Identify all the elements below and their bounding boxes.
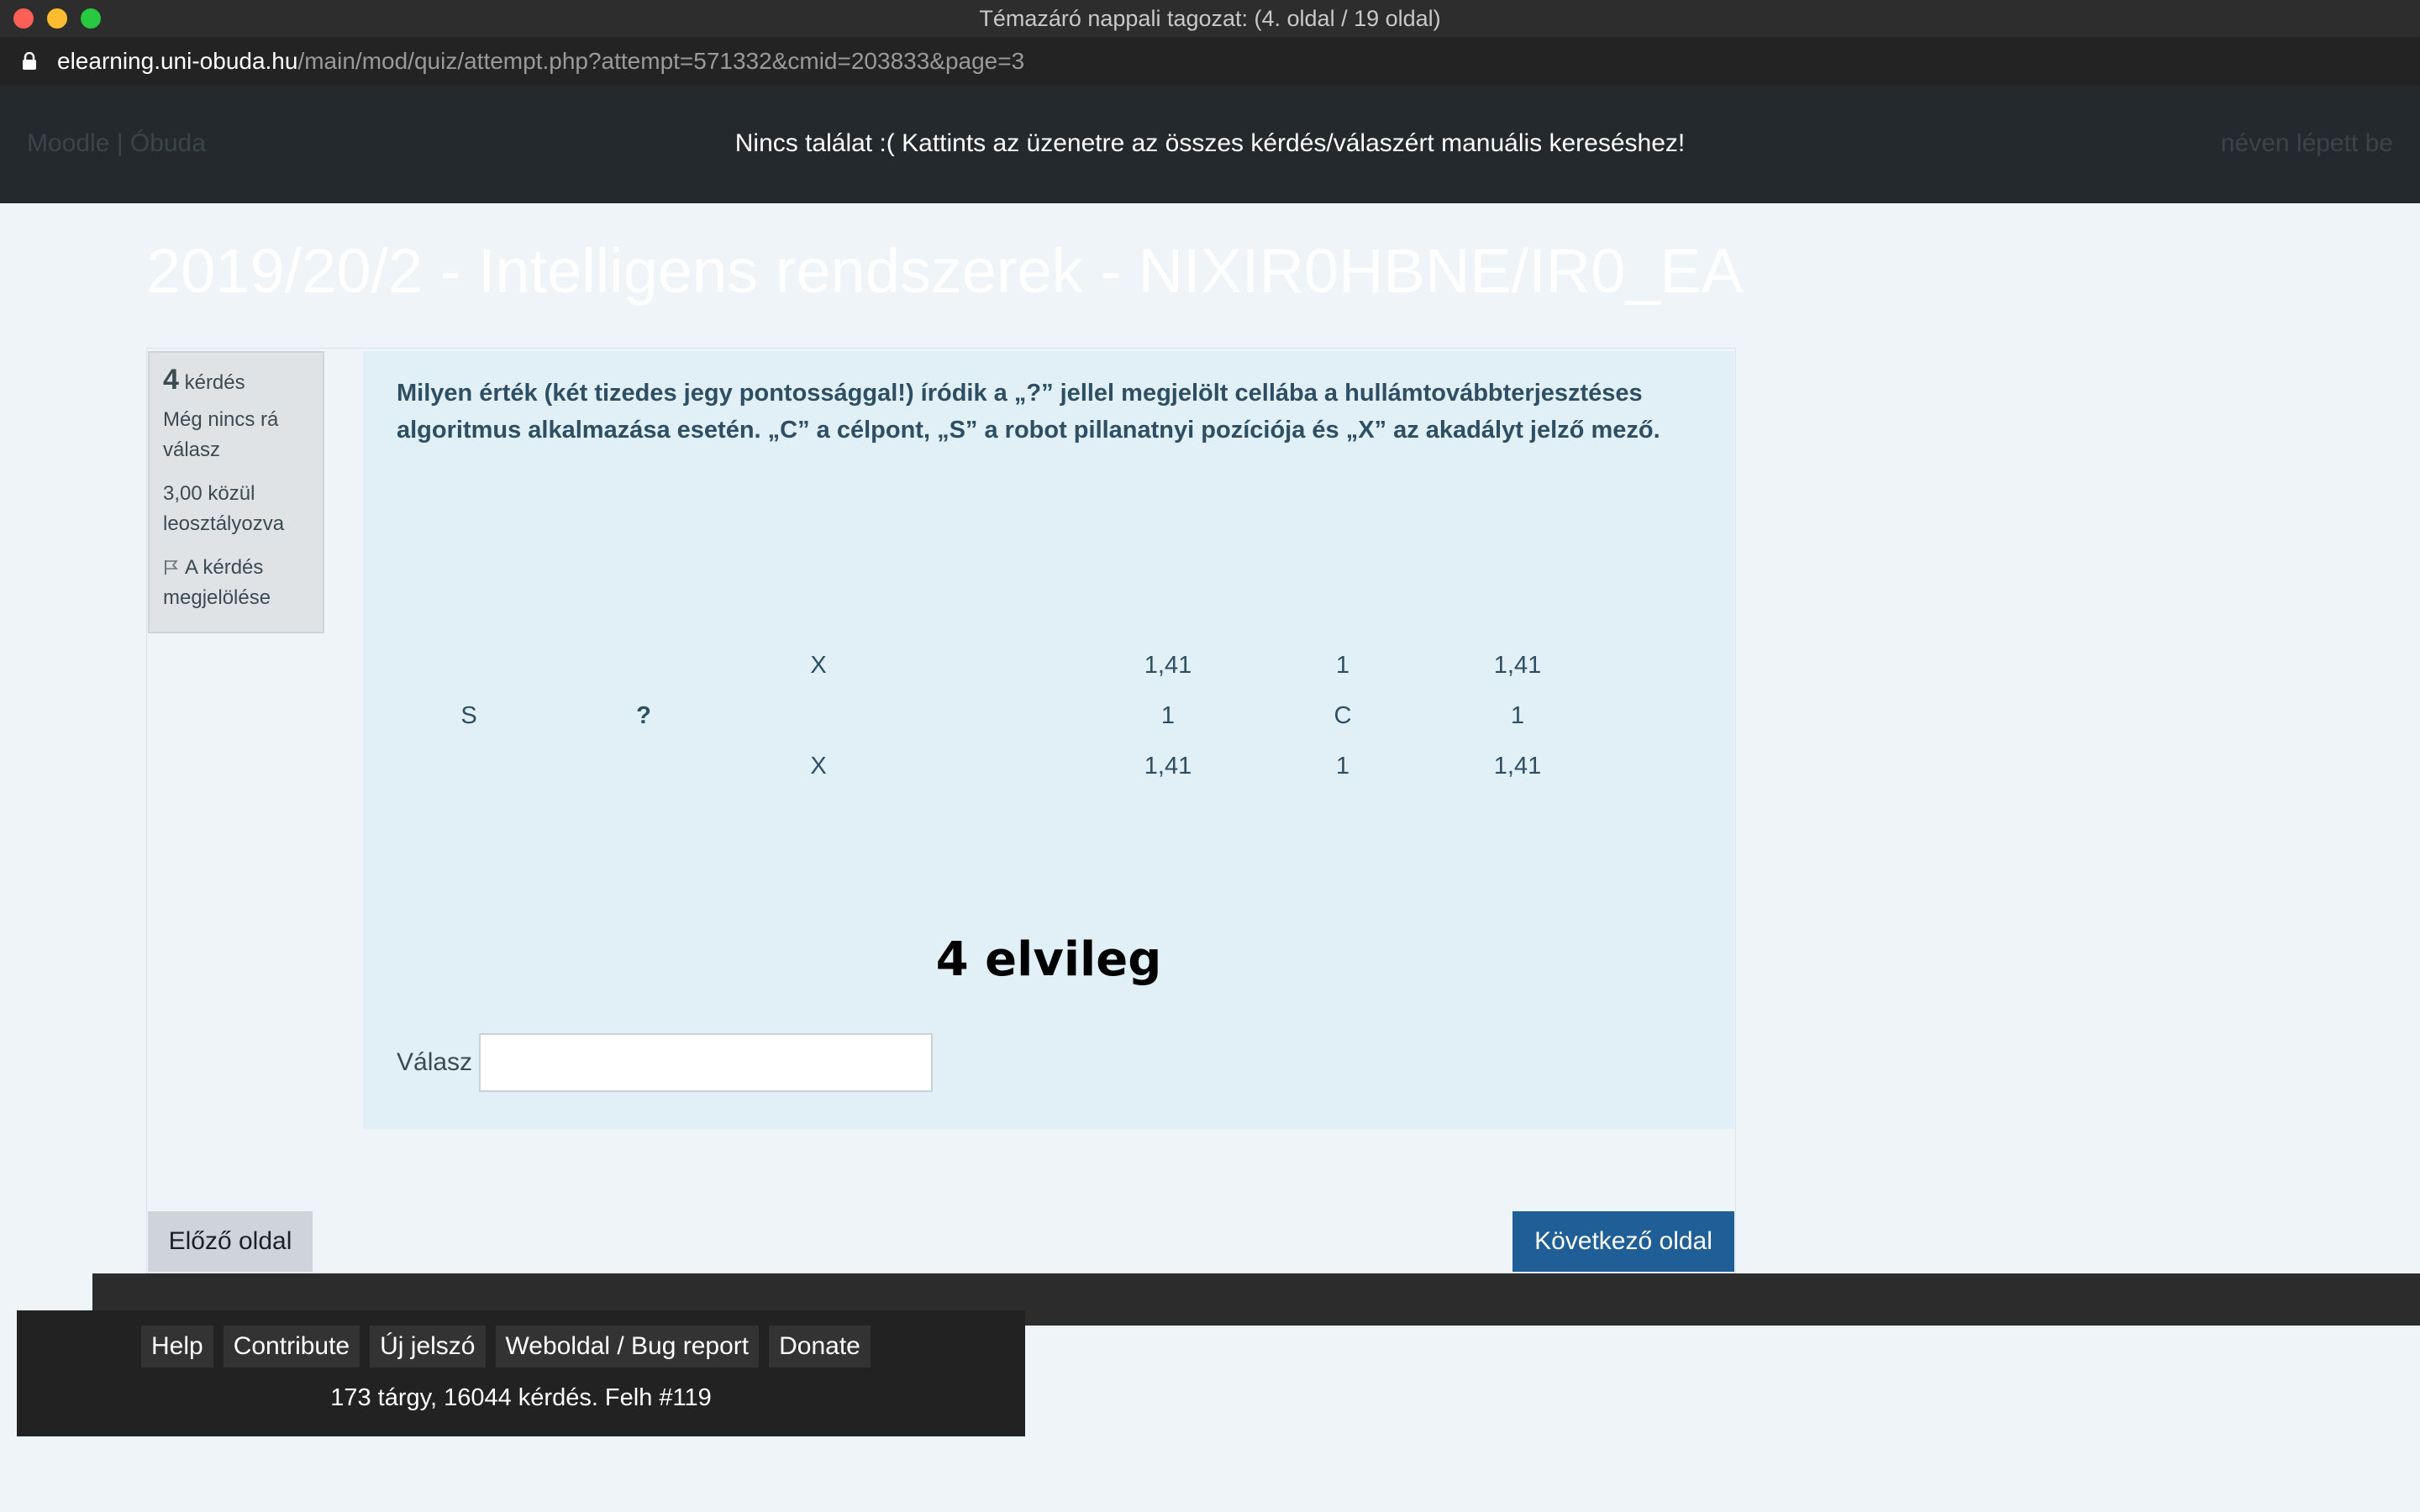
question-grade: 3,00 közül leosztályozva [163, 482, 285, 535]
overlay-stats: 173 tárgy, 16044 kérdés. Felh #119 [330, 1384, 712, 1411]
grid-cell: 1 [1335, 753, 1350, 780]
grid-cell: X [810, 753, 827, 780]
answer-input[interactable] [479, 1033, 933, 1092]
grid-cell: X [810, 652, 827, 679]
window-titlebar: Témazáró nappali tagozat: (4. oldal / 19… [0, 0, 2420, 37]
helper-overlay-panel: Help Contribute Új jelszó Weboldal / Bug… [17, 1310, 1025, 1436]
donate-link[interactable]: Donate [769, 1326, 871, 1368]
close-window-button[interactable] [13, 8, 34, 29]
question-state: Még nincs rá válasz [163, 408, 279, 461]
grid-cell: 1 [1510, 702, 1525, 729]
question-number: 4 kérdés [163, 364, 245, 396]
grid-cell-target: C [1334, 702, 1352, 729]
minimize-window-button[interactable] [47, 8, 67, 29]
new-password-link[interactable]: Új jelszó [370, 1326, 486, 1368]
grid-cell-unknown: ? [636, 702, 651, 729]
grid-cell: 1,41 [1144, 753, 1192, 780]
website-bug-report-link[interactable]: Weboldal / Bug report [495, 1326, 760, 1368]
search-notice-banner[interactable]: Nincs találat :( Kattints az üzenetre az… [0, 129, 2420, 158]
grid-cell-start: S [460, 702, 477, 729]
address-bar[interactable]: elearning.uni-obuda.hu/main/mod/quiz/att… [0, 37, 2420, 86]
lock-icon [23, 52, 36, 70]
window-title: Témazáró nappali tagozat: (4. oldal / 19… [979, 6, 1441, 31]
question-text: Milyen érték (két tizedes jegy pontosság… [397, 380, 1660, 444]
login-info: néven lépett be [2220, 129, 2393, 157]
site-header: Moodle | Óbuda Nincs találat :( Kattints… [0, 86, 2420, 203]
grid-cell: 1,41 [1493, 652, 1542, 679]
url-path: /main/mod/quiz/attempt.php?attempt=57133… [297, 48, 1025, 74]
grid-cell: 1 [1160, 702, 1176, 729]
course-title: 2019/20/2 - Intelligens rendszerek - NIX… [146, 236, 1744, 306]
grid-cell: 1,41 [1493, 753, 1542, 780]
help-link[interactable]: Help [141, 1326, 213, 1368]
answer-label: Válasz [397, 1048, 473, 1076]
flag-question-link[interactable]: A kérdés megjelölése [163, 553, 309, 613]
question-info: 4 kérdés Még nincs rá válasz 3,00 közül … [148, 351, 324, 633]
previous-page-button[interactable]: Előző oldal [148, 1211, 313, 1272]
contribute-link[interactable]: Contribute [223, 1326, 360, 1368]
answer-annotation: 4 elvileg [935, 932, 1162, 987]
url-text[interactable]: elearning.uni-obuda.hu/main/mod/quiz/att… [57, 37, 1024, 86]
question-panel: Milyen érték (két tizedes jegy pontosság… [363, 351, 1734, 1129]
url-host: elearning.uni-obuda.hu [57, 48, 298, 74]
maximize-window-button[interactable] [81, 8, 101, 29]
overlay-links: Help Contribute Új jelszó Weboldal / Bug… [141, 1326, 871, 1368]
next-page-button[interactable]: Következő oldal [1512, 1211, 1734, 1272]
flag-icon [165, 560, 178, 575]
grid-cell: 1 [1335, 652, 1350, 679]
grid-cell: 1,41 [1144, 652, 1192, 679]
